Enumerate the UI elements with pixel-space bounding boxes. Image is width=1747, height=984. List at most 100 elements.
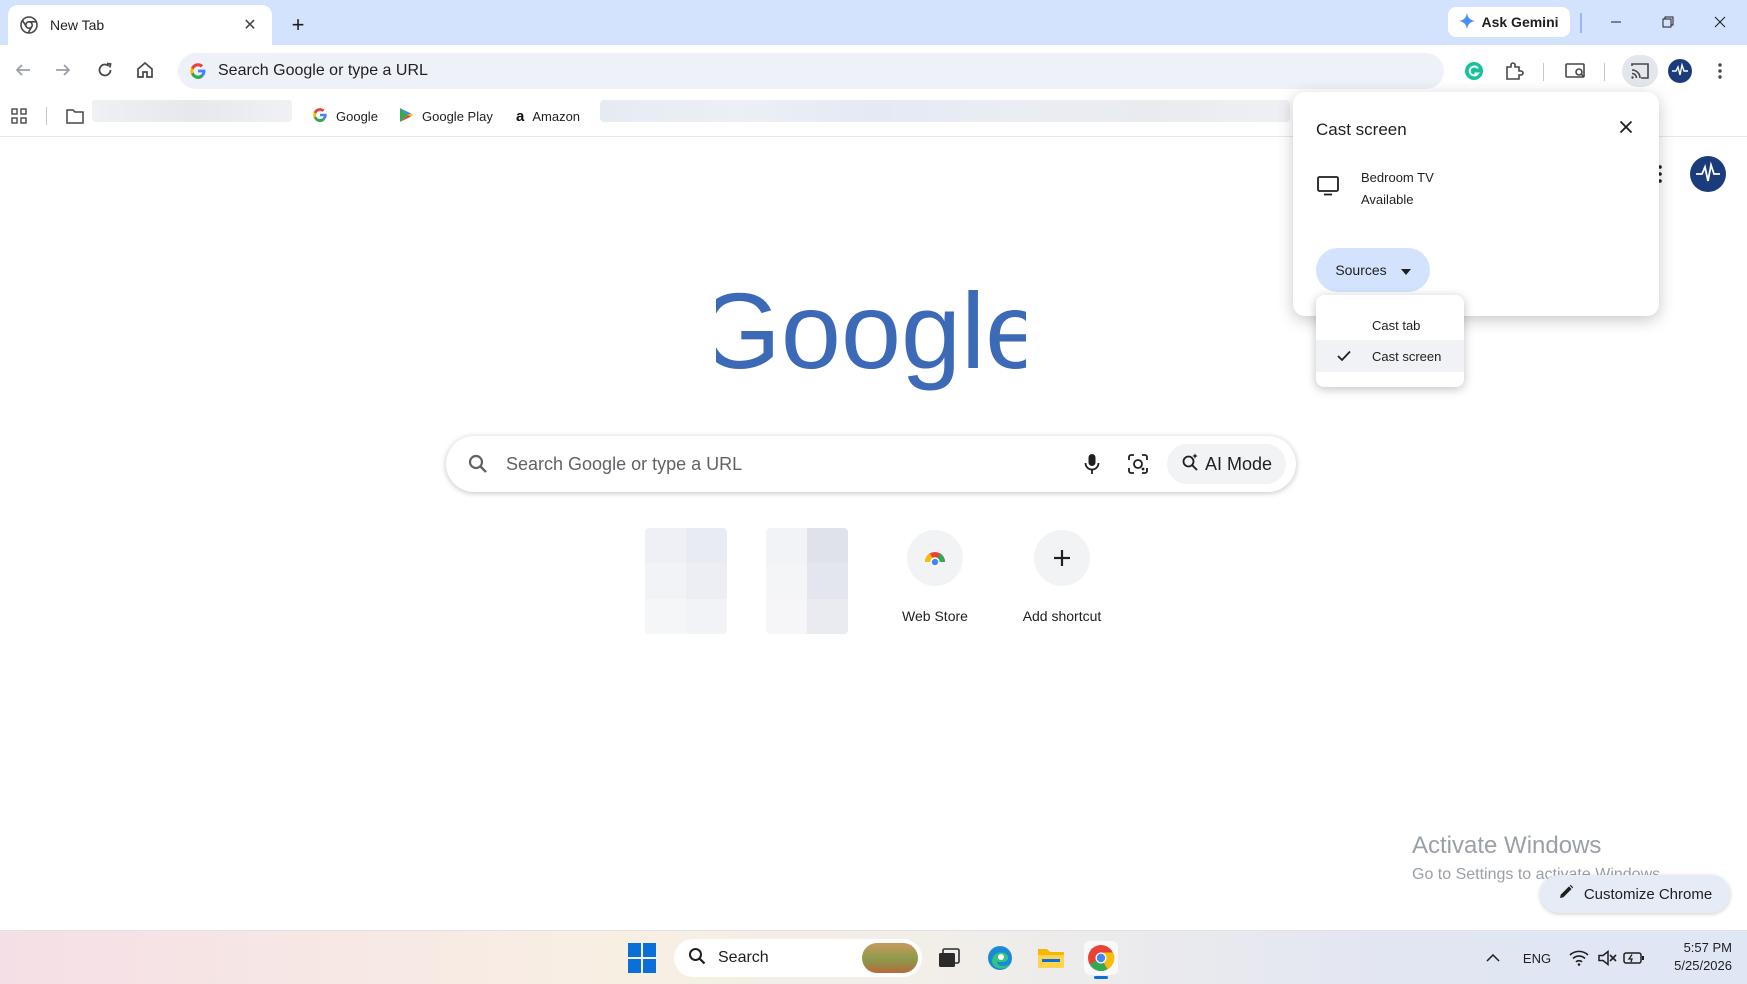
plus-icon <box>1034 530 1090 586</box>
ntp-profile-avatar[interactable] <box>1690 156 1726 192</box>
cast-device-status: Available <box>1361 192 1414 207</box>
extensions-puzzle-icon[interactable] <box>1498 55 1530 87</box>
home-button[interactable] <box>128 53 162 87</box>
omnibox[interactable]: Search Google or type a URL <box>178 53 1444 89</box>
google-g-icon <box>188 61 208 81</box>
chevron-up-icon[interactable] <box>1484 947 1502 969</box>
ai-mode-sparkle-search-icon <box>1181 452 1199 476</box>
close-window-button[interactable] <box>1698 8 1742 36</box>
gemini-sparkle-icon <box>1459 12 1476 32</box>
active-app-indicator <box>1094 976 1108 979</box>
blurred-bookmark[interactable] <box>92 100 292 122</box>
chrome-taskbar-icon[interactable] <box>1084 941 1118 979</box>
menu-item-label: Cast screen <box>1372 348 1442 364</box>
chrome-icon <box>20 16 38 34</box>
volume-muted-icon[interactable] <box>1596 947 1618 969</box>
bookmark-amazon[interactable]: a Amazon <box>516 105 580 127</box>
tab-search-icon[interactable] <box>1560 55 1592 87</box>
clock-date: 5/25/2026 <box>1674 958 1732 973</box>
tab-close-icon[interactable]: ✕ <box>240 15 260 35</box>
reload-button[interactable] <box>88 53 122 87</box>
google-lens-icon[interactable] <box>1123 449 1153 479</box>
system-clock[interactable]: 5:57 PM 5/25/2026 <box>1652 939 1732 975</box>
battery-icon[interactable] <box>1622 947 1646 969</box>
ntp-search-placeholder: Search Google or type a URL <box>506 453 743 474</box>
shortcut-label: Web Store <box>902 608 968 624</box>
clock-time: 5:57 PM <box>1683 940 1732 955</box>
shortcut-web-store[interactable]: Web Store <box>879 528 991 634</box>
microphone-icon[interactable] <box>1077 449 1107 479</box>
bookmark-label: Google <box>336 108 378 124</box>
bookmark-label: Google Play <box>422 108 493 124</box>
blurred-shortcut-tile[interactable] <box>766 528 848 634</box>
taskbar-search-label: Search <box>718 949 769 966</box>
back-button[interactable] <box>6 53 40 87</box>
cast-dialog-title: Cast screen <box>1316 120 1407 139</box>
pencil-icon <box>1558 884 1574 904</box>
google-logo-text: Google <box>716 270 1026 391</box>
folder-icon[interactable] <box>64 105 86 127</box>
tab-title: New Tab <box>50 17 105 33</box>
new-tab-button[interactable]: + <box>285 12 311 38</box>
chrome-web-store-icon <box>907 530 963 586</box>
toolbar-separator <box>1604 63 1605 81</box>
language-indicator[interactable]: ENG <box>1520 947 1554 969</box>
customize-chrome-button[interactable]: Customize Chrome <box>1540 875 1730 913</box>
search-icon <box>688 947 706 970</box>
windows-taskbar: Search ENG 5:57 PM 5/25/2026 <box>0 930 1747 984</box>
close-icon[interactable] <box>1615 116 1637 138</box>
google-g-icon <box>312 107 328 126</box>
checkmark-icon <box>1316 350 1372 362</box>
bookmarks-separator <box>46 107 47 125</box>
tab-new-tab[interactable]: New Tab ✕ <box>8 5 272 45</box>
menu-item-cast-tab[interactable]: Cast tab <box>1316 309 1464 341</box>
edge-browser-icon[interactable] <box>983 941 1017 975</box>
ntp-search-box[interactable]: Search Google or type a URL AI Mode <box>446 436 1296 492</box>
task-view-icon[interactable] <box>932 941 966 975</box>
wifi-icon[interactable] <box>1568 947 1590 969</box>
bookmark-google[interactable]: Google <box>312 105 378 127</box>
tv-icon <box>1317 176 1339 198</box>
cast-dialog: Cast screen Bedroom TV Available Sources <box>1293 92 1659 316</box>
amazon-icon: a <box>516 107 525 125</box>
sources-menu: Cast tab Cast screen <box>1316 295 1464 387</box>
menu-item-cast-screen[interactable]: Cast screen <box>1316 340 1464 372</box>
add-shortcut-button[interactable]: Add shortcut <box>1006 528 1118 634</box>
search-icon <box>466 452 490 476</box>
search-highlight-image <box>862 943 918 973</box>
sources-label: Sources <box>1335 262 1387 278</box>
forward-button[interactable] <box>46 53 80 87</box>
customize-chrome-label: Customize Chrome <box>1583 885 1713 903</box>
profile-avatar[interactable] <box>1664 55 1696 87</box>
ask-gemini-button[interactable]: Ask Gemini <box>1448 7 1570 37</box>
restore-button[interactable] <box>1646 8 1690 36</box>
avatar <box>1668 59 1692 83</box>
chrome-menu-icon[interactable] <box>1704 55 1736 87</box>
file-explorer-icon[interactable] <box>1034 941 1068 975</box>
shortcut-label: Add shortcut <box>1022 608 1102 624</box>
google-logo: Google <box>716 270 1026 391</box>
watermark-line1: Activate Windows <box>1412 832 1602 859</box>
menu-item-label: Cast tab <box>1372 317 1421 333</box>
grammarly-extension-icon[interactable] <box>1458 55 1490 87</box>
minimize-button[interactable] <box>1594 8 1638 36</box>
sources-dropdown-button[interactable]: Sources <box>1316 248 1430 292</box>
ai-mode-button[interactable]: AI Mode <box>1166 444 1286 484</box>
bookmark-google-play[interactable]: Google Play <box>398 105 493 127</box>
toolbar: Search Google or type a URL <box>0 45 1747 95</box>
cast-icon[interactable] <box>1622 55 1658 87</box>
ask-gemini-label: Ask Gemini <box>1481 14 1559 30</box>
windows-start-icon[interactable] <box>628 943 658 973</box>
caret-down-icon <box>1400 262 1411 278</box>
apps-grid-icon[interactable] <box>8 105 30 127</box>
taskbar-search[interactable]: Search <box>674 939 922 977</box>
toolbar-separator <box>1543 63 1544 81</box>
blurred-bookmarks[interactable] <box>600 100 1290 122</box>
tab-strip: New Tab ✕ + Ask Gemini <box>0 0 1747 45</box>
gemini-separator <box>1580 13 1582 33</box>
bookmark-label: Amazon <box>532 108 581 124</box>
ai-mode-label: AI Mode <box>1204 453 1272 474</box>
omnibox-text: Search Google or type a URL <box>218 62 428 79</box>
cast-device-name[interactable]: Bedroom TV <box>1361 170 1434 185</box>
blurred-shortcut-tile[interactable] <box>645 528 727 634</box>
